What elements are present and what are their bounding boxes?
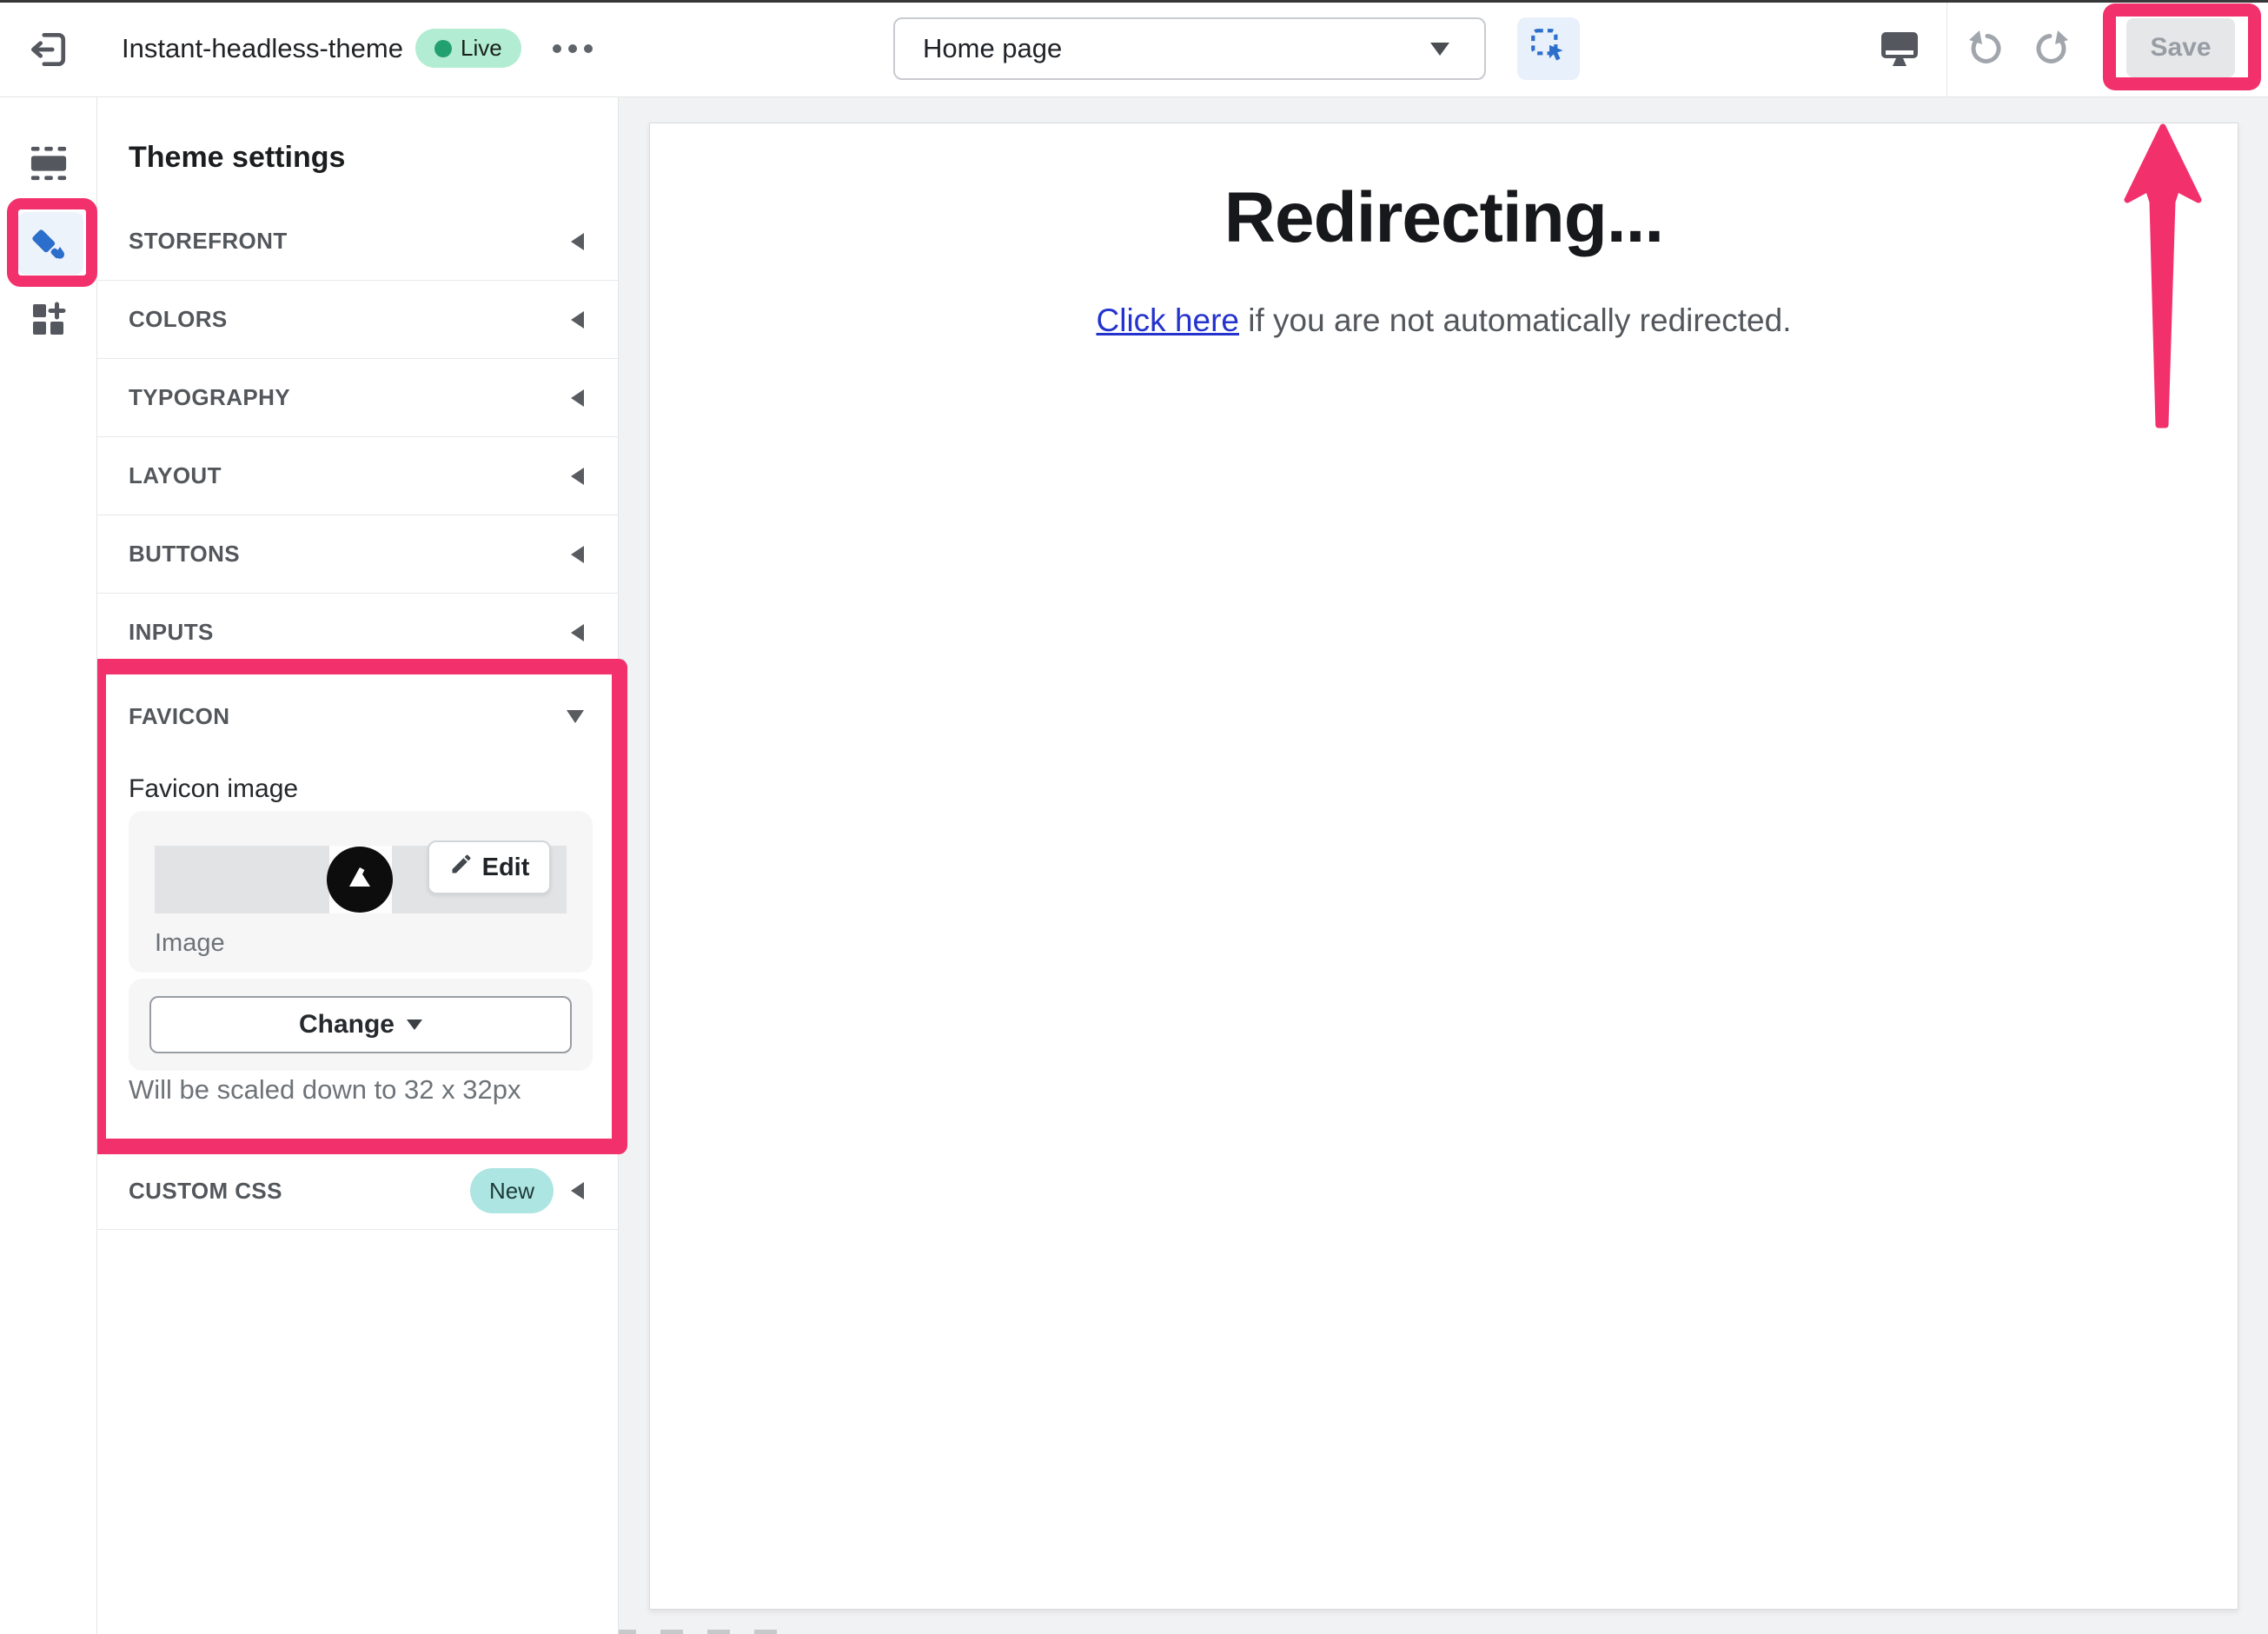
select-element-button[interactable] (1517, 17, 1580, 80)
rail-item-theme-settings[interactable] (17, 212, 83, 275)
redirecting-heading: Redirecting... (1224, 178, 1664, 257)
rail-item-apps[interactable] (30, 301, 68, 339)
edit-button-label: Edit (481, 853, 530, 881)
exit-editor-button[interactable] (27, 29, 69, 70)
paint-brush-icon (30, 221, 71, 267)
section-row-inputs[interactable]: INPUTS (97, 594, 619, 672)
theme-name-title: Instant-headless-theme (122, 33, 403, 63)
undo-button[interactable] (1966, 29, 2006, 69)
redo-button[interactable] (2031, 29, 2071, 69)
live-badge-label: Live (461, 35, 502, 61)
dropdown-caret-icon (407, 1020, 422, 1030)
section-label: INPUTS (129, 619, 214, 645)
section-label: LAYOUT (129, 462, 222, 488)
dropdown-caret-icon (1430, 42, 1449, 56)
favicon-helper-text: Will be scaled down to 32 x 32px (129, 1074, 521, 1105)
rail-item-sections[interactable] (30, 144, 68, 183)
pencil-icon (449, 852, 474, 883)
collapsed-caret-icon (571, 623, 584, 641)
save-button[interactable]: Save (2126, 18, 2235, 77)
change-image-button[interactable]: Change (149, 996, 572, 1053)
theme-actions-menu-button[interactable] (547, 0, 598, 97)
edit-image-button[interactable]: Edit (428, 840, 551, 894)
topbar-divider (1946, 0, 1947, 96)
page-selector-dropdown[interactable]: Home page (893, 17, 1486, 80)
favicon-image-field-label: Favicon image (129, 774, 299, 803)
undo-icon (1966, 30, 2006, 72)
top-bar: Instant-headless-theme Live Home page Sa… (0, 0, 2268, 97)
collapsed-caret-icon (571, 467, 584, 485)
redirect-message-rest: if you are not automatically redirected. (1239, 302, 1792, 338)
section-label: STOREFRONT (129, 228, 288, 254)
live-status-badge: Live (415, 29, 521, 68)
section-label: COLORS (129, 306, 228, 332)
favicon-image-caption: Image (155, 929, 225, 957)
theme-editor-app: Instant-headless-theme Live Home page Sa… (0, 0, 2268, 1634)
collapsed-caret-icon (571, 1182, 584, 1199)
collapsed-caret-icon (571, 310, 584, 329)
collapsed-caret-icon (571, 232, 584, 250)
editor-nav-rail (0, 97, 97, 1634)
desktop-preview-icon (1877, 32, 1922, 75)
section-label: BUTTONS (129, 541, 240, 567)
overflow-menu-icon (553, 44, 561, 53)
section-label: CUSTOM CSS (129, 1177, 282, 1204)
click-here-link[interactable]: Click here (1097, 302, 1240, 338)
redirect-message: Click here if you are not automatically … (650, 302, 2238, 339)
favicon-logo-icon (327, 847, 393, 913)
live-dot-icon (434, 39, 452, 57)
panel-title: Theme settings (129, 141, 346, 174)
section-row-typography[interactable]: TYPOGRAPHY (97, 359, 619, 437)
collapsed-caret-icon (571, 545, 584, 563)
preview-area: Redirecting... Click here if you are not… (620, 98, 2268, 1634)
section-row-buttons[interactable]: BUTTONS (97, 515, 619, 594)
section-row-custom-css[interactable]: CUSTOM CSS New (97, 1152, 619, 1230)
section-row-layout[interactable]: LAYOUT (97, 437, 619, 515)
section-label: FAVICON (129, 703, 230, 729)
section-row-colors[interactable]: COLORS (97, 281, 619, 359)
favicon-change-card: Change (129, 979, 593, 1071)
expanded-caret-icon (567, 710, 584, 723)
collapsed-caret-icon (571, 389, 584, 407)
select-element-icon (1527, 25, 1570, 73)
redo-icon (2031, 30, 2071, 72)
change-button-label: Change (298, 1010, 395, 1039)
sections-icon (30, 146, 68, 186)
new-feature-badge: New (469, 1168, 554, 1213)
section-label: TYPOGRAPHY (129, 384, 291, 410)
theme-settings-panel: Theme settings STOREFRONT COLORS TYPOGRA… (90, 97, 627, 1634)
page-selector-value: Home page (923, 33, 1063, 63)
storefront-preview-frame: Redirecting... Click here if you are not… (649, 123, 2238, 1610)
section-row-storefront[interactable]: STOREFRONT (97, 203, 619, 281)
section-row-favicon[interactable]: FAVICON (97, 675, 619, 758)
device-preview-button[interactable] (1877, 26, 1922, 71)
favicon-image-picker-card: Edit Image (129, 811, 593, 973)
exit-icon (27, 32, 69, 74)
window-top-edge (0, 0, 2268, 3)
apps-icon (30, 302, 68, 342)
